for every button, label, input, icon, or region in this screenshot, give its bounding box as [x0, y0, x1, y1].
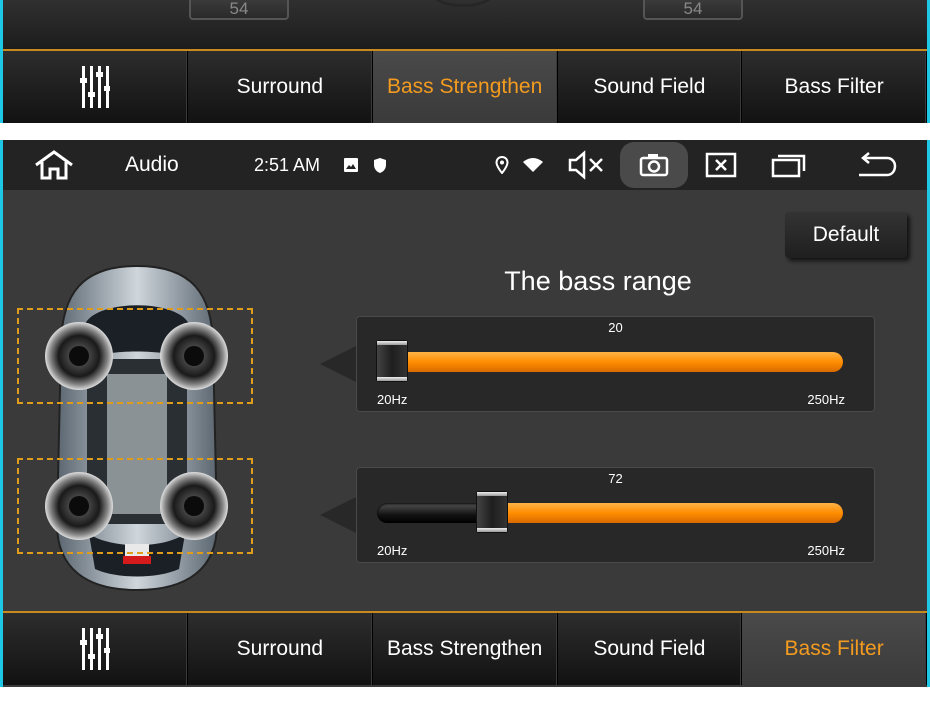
- slider-track[interactable]: [377, 492, 843, 532]
- recent-apps-icon: [771, 154, 806, 178]
- tab-surround[interactable]: Surround: [188, 613, 373, 685]
- app-title: Audio: [125, 153, 179, 176]
- back-icon: [859, 152, 897, 177]
- slider-min-label: 20Hz: [377, 392, 408, 407]
- equalizer-icon: [80, 628, 110, 670]
- previous-controls-strip: 54 54: [3, 0, 927, 50]
- shield-icon: [373, 140, 387, 190]
- back-button[interactable]: [855, 140, 897, 190]
- top-tab-bar: Surround Bass Strengthen Sound Field Bas…: [3, 49, 927, 123]
- equalizer-tab[interactable]: [3, 51, 188, 123]
- bass-range-title: The bass range: [504, 266, 692, 296]
- tab-bass-filter[interactable]: Bass Filter: [742, 613, 927, 685]
- left-level-readout: 54: [189, 0, 289, 20]
- slider-fill: [482, 503, 843, 523]
- recent-apps-button[interactable]: [771, 140, 807, 190]
- mute-icon: [568, 150, 603, 180]
- slider-max-label: 250Hz: [807, 543, 845, 558]
- slider-value: 20: [608, 320, 623, 335]
- default-button[interactable]: Default: [785, 212, 907, 258]
- slider-track[interactable]: [377, 341, 843, 381]
- wifi-icon: [522, 140, 544, 190]
- clock: 2:51 AM: [254, 154, 321, 175]
- home-icon: [35, 150, 73, 180]
- slider-pointer: [320, 497, 356, 533]
- tab-bass-strengthen[interactable]: Bass Strengthen: [372, 51, 558, 123]
- right-level-readout: 54: [643, 0, 743, 20]
- slider-value: 72: [608, 471, 623, 486]
- equalizer-tab[interactable]: [3, 613, 188, 685]
- slider-thumb[interactable]: [477, 492, 508, 532]
- tab-bass-strengthen[interactable]: Bass Strengthen: [373, 613, 558, 685]
- image-icon: [343, 140, 359, 190]
- close-window-button[interactable]: [705, 140, 737, 190]
- screenshot-button[interactable]: [620, 142, 688, 188]
- close-window-icon: [705, 152, 737, 178]
- front-speaker-zone[interactable]: [17, 308, 253, 404]
- rear-speaker-zone[interactable]: [17, 458, 253, 554]
- tab-surround[interactable]: Surround: [188, 51, 373, 123]
- status-bar: Audio 2:51 AM: [3, 140, 927, 190]
- bottom-tab-bar: Surround Bass Strengthen Sound Field Bas…: [3, 611, 927, 685]
- audio-screen-panel: Audio 2:51 AM Default The bass range 20 …: [0, 140, 930, 687]
- slider-fill: [382, 352, 843, 372]
- slider-max-label: 250Hz: [807, 392, 845, 407]
- tab-bass-filter[interactable]: Bass Filter: [742, 51, 927, 123]
- bass-range-slider-1: 20 20Hz 250Hz: [320, 316, 875, 412]
- mute-button[interactable]: [567, 140, 605, 190]
- equalizer-icon: [80, 66, 110, 108]
- slider-pointer: [320, 346, 356, 382]
- previous-screen-panel: 54 54 Surround Bass Strengthen Sound Fie…: [0, 0, 930, 123]
- slider-thumb[interactable]: [377, 341, 407, 381]
- home-button[interactable]: [33, 140, 75, 190]
- screenshot-icon: [639, 154, 669, 177]
- location-icon: [495, 140, 509, 190]
- bass-range-slider-2: 72 20Hz 250Hz: [320, 467, 875, 563]
- tab-sound-field[interactable]: Sound Field: [558, 613, 743, 685]
- knob-arc: [413, 0, 513, 7]
- slider-min-label: 20Hz: [377, 543, 408, 558]
- tab-sound-field[interactable]: Sound Field: [558, 51, 743, 123]
